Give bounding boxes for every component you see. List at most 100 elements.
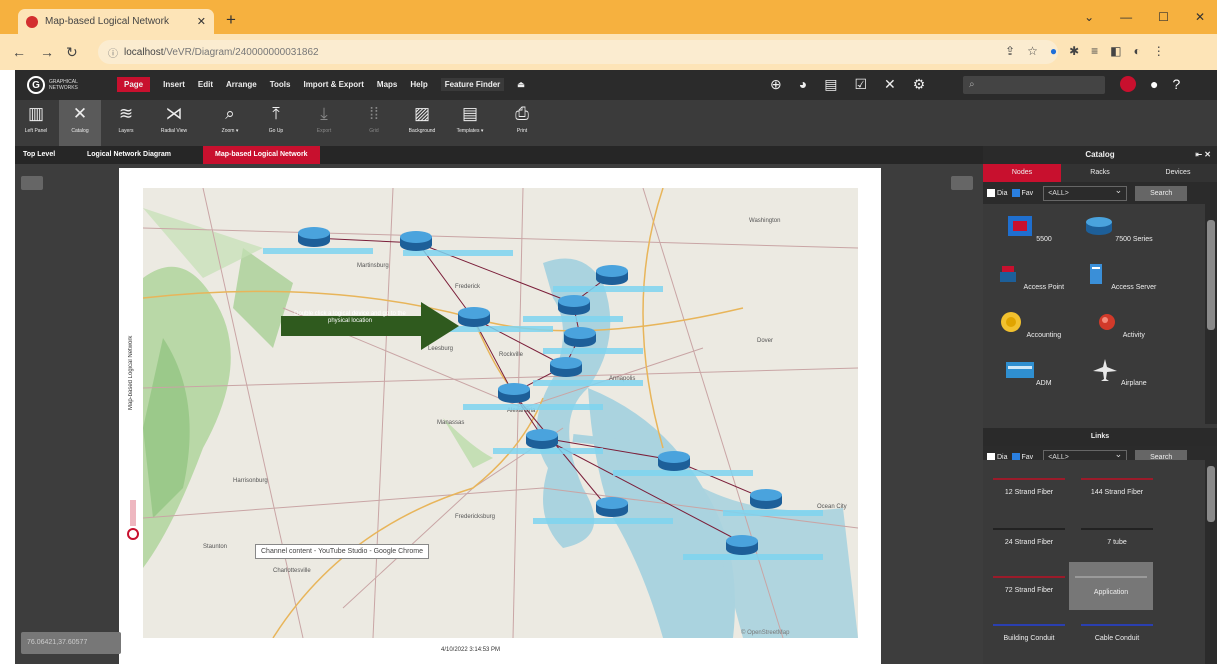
layers-button[interactable]: ≋ Layers [105,100,147,146]
zoom-button[interactable]: ⌕ Zoom ▾ [209,100,251,146]
catalog-button[interactable]: ✕ Catalog [59,100,101,146]
menu-page[interactable]: Page [117,77,151,92]
background-button[interactable]: ▨ Background [401,100,443,146]
url-field[interactable]: ⓘ localhost /VeVR/Diagram/24000000003186… [98,40,1058,64]
tab-devices[interactable]: Devices [1139,164,1217,182]
dashboard-icon[interactable]: ◕ [799,76,807,93]
router-icon[interactable] [297,226,331,248]
menu-tools[interactable]: Tools [270,80,291,89]
site-info-icon[interactable]: ⓘ [108,45,118,60]
maximize-button[interactable]: ☐ [1158,10,1169,24]
link-72-strand-fiber[interactable]: 72 Strand Fiber [987,566,1071,606]
minimize-button[interactable]: — [1120,10,1132,24]
link-application[interactable]: Application [1069,562,1153,610]
close-window-button[interactable]: ✕ [1195,10,1205,24]
node-access-server[interactable]: Access Server [1079,262,1159,291]
router-icon[interactable] [557,294,591,316]
notification-icon[interactable] [1120,76,1136,92]
node-activity[interactable]: Activity [1079,310,1159,339]
print-button[interactable]: ⎙ Print [501,100,543,146]
forward-button[interactable]: → [40,44,54,60]
router-icon[interactable] [657,450,691,472]
tab-racks[interactable]: Racks [1061,164,1139,182]
node-7500-series[interactable]: 7500 Series [1079,214,1159,243]
globe-icon[interactable]: ⊕ [770,76,782,93]
left-panel-button[interactable]: ▥ Left Panel [15,100,57,146]
tools-icon[interactable]: ✕ [884,76,896,93]
templates-button[interactable]: ▤ Templates ▾ [449,100,491,146]
router-icon[interactable] [595,264,629,286]
collapse-right-button[interactable] [951,176,973,190]
menu-maps[interactable]: Maps [377,80,397,89]
new-tab-button[interactable]: + [226,10,236,30]
radial-view-button[interactable]: ⋊ Radial View [153,100,195,146]
node-5500[interactable]: 5500 [989,214,1069,243]
router-icon[interactable] [725,534,759,556]
eject-icon[interactable]: ⏏ [517,80,525,89]
menu-insert[interactable]: Insert [163,80,185,89]
puzzle-icon[interactable]: ✱ [1069,44,1079,58]
chevron-down-icon[interactable]: ⌄ [1084,10,1094,24]
nodes-category-select[interactable]: <ALL> [1043,184,1128,201]
link-144-strand-fiber[interactable]: 144 Strand Fiber [1075,468,1159,508]
menu-arrange[interactable]: Arrange [226,80,257,89]
app-logo: G GRAPHICAL NETWORKS [27,76,89,94]
link-building-conduit[interactable]: Building Conduit [987,614,1071,654]
fav-checkbox[interactable]: Fav [1011,189,1033,197]
pin-icon[interactable]: ⇤ ✕ [1195,146,1211,164]
node-accounting[interactable]: Accounting [989,310,1069,339]
sidebar-icon[interactable]: ◧ [1110,44,1121,58]
extension-dot-icon[interactable]: ● [1050,44,1057,58]
node-adm[interactable]: ADM [989,358,1069,387]
share-icon[interactable]: ⇪ [1005,44,1015,58]
link-12-strand-fiber[interactable]: 12 Strand Fiber [987,468,1071,508]
reload-button[interactable]: ↻ [66,44,78,61]
menubar-search-input[interactable]: ⌕ [963,76,1105,94]
cursor-coordinates: 76.06421,37.60577 [21,632,121,654]
router-icon[interactable] [497,382,531,404]
feature-finder-button[interactable]: Feature Finder [440,78,505,91]
go-up-button[interactable]: ⤒ Go Up [255,100,297,146]
node-access-point[interactable]: Access Point [989,262,1069,291]
breadcrumb-logical-network[interactable]: Logical Network Diagram [87,146,171,164]
menu-import-export[interactable]: Import & Export [303,80,363,89]
back-button[interactable]: ← [12,44,26,60]
node-airplane[interactable]: Airplane [1079,358,1159,387]
router-icon[interactable] [563,326,597,348]
export-button[interactable]: ⤓ Export [303,100,345,146]
router-icon[interactable] [399,230,433,252]
nodes-search-button[interactable]: Search [1135,185,1188,201]
menu-help[interactable]: Help [410,80,427,89]
router-icon[interactable] [749,488,783,510]
router-icon[interactable] [549,356,583,378]
breadcrumb-top-level[interactable]: Top Level [23,146,55,164]
links-scroll-thumb[interactable] [1207,466,1215,522]
bookmark-star-icon[interactable]: ☆ [1027,44,1038,58]
checklist-icon[interactable]: ☑ [854,76,867,93]
menu-edit[interactable]: Edit [198,80,213,89]
extension-icons: ⇪ ☆ ● ✱ ≡ ◧ ◐ ⋮ [1005,44,1165,58]
link-swatch [1081,624,1153,626]
nodes-scroll-thumb[interactable] [1207,220,1215,330]
help-icon[interactable]: ? [1172,76,1180,92]
user-icon[interactable]: ● [1150,76,1158,92]
link-cable-conduit[interactable]: Cable Conduit [1075,614,1159,654]
browser-menu-icon[interactable]: ⋮ [1153,44,1165,58]
link-7-tube[interactable]: 7 tube [1075,518,1159,558]
profile-icon[interactable]: ◐ [1134,44,1141,58]
browser-tab[interactable]: Map-based Logical Network ✕ [18,9,214,34]
link-24-strand-fiber[interactable]: 24 Strand Fiber [987,518,1071,558]
dia-checkbox[interactable]: Dia [987,189,1008,197]
reading-list-icon[interactable]: ≡ [1091,44,1098,58]
router-icon[interactable] [525,428,559,450]
tab-nodes[interactable]: Nodes [983,164,1061,182]
collapse-left-button[interactable] [21,176,43,190]
map-attribution[interactable]: © OpenStreetMap [741,630,789,636]
router-icon[interactable] [595,496,629,518]
report-icon[interactable]: ▤ [824,76,837,93]
grid-button[interactable]: ⁞⁞ Grid [353,100,395,146]
device-label [533,518,673,524]
settings-gear-icon[interactable]: ⚙ [913,76,926,93]
close-tab-icon[interactable]: ✕ [197,15,206,28]
network-map[interactable]: Washington Martinsburg Frederick Winches… [143,188,858,638]
